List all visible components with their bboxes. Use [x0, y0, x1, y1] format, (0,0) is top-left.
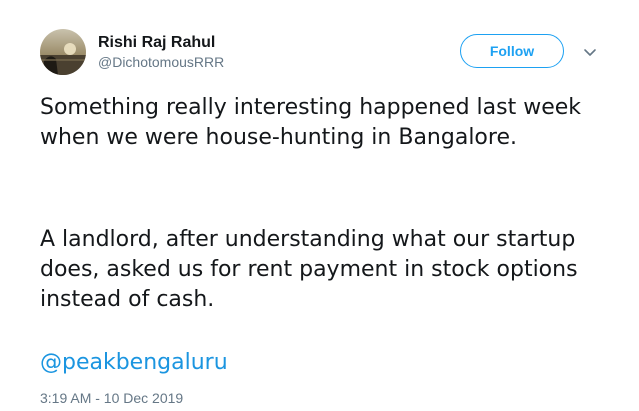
display-name[interactable]: Rishi Raj Rahul — [98, 33, 224, 52]
tweet-card: Rishi Raj Rahul @DichotomousRRR Follow S… — [0, 0, 639, 411]
tweet-text-paragraph: A landlord, after understanding what our… — [40, 227, 578, 312]
follow-button[interactable]: Follow — [460, 34, 564, 68]
tweet-timestamp[interactable]: 3:19 AM - 10 Dec 2019 — [40, 390, 183, 407]
tweet-text-paragraph: Something really interesting happened la… — [40, 95, 582, 150]
mention-link[interactable]: @peakbengaluru — [40, 348, 228, 378]
user-handle[interactable]: @DichotomousRRR — [98, 54, 224, 71]
avatar-image — [40, 29, 86, 75]
user-info: Rishi Raj Rahul @DichotomousRRR — [98, 33, 224, 71]
chevron-down-icon[interactable] — [582, 44, 598, 56]
avatar[interactable] — [40, 29, 86, 75]
